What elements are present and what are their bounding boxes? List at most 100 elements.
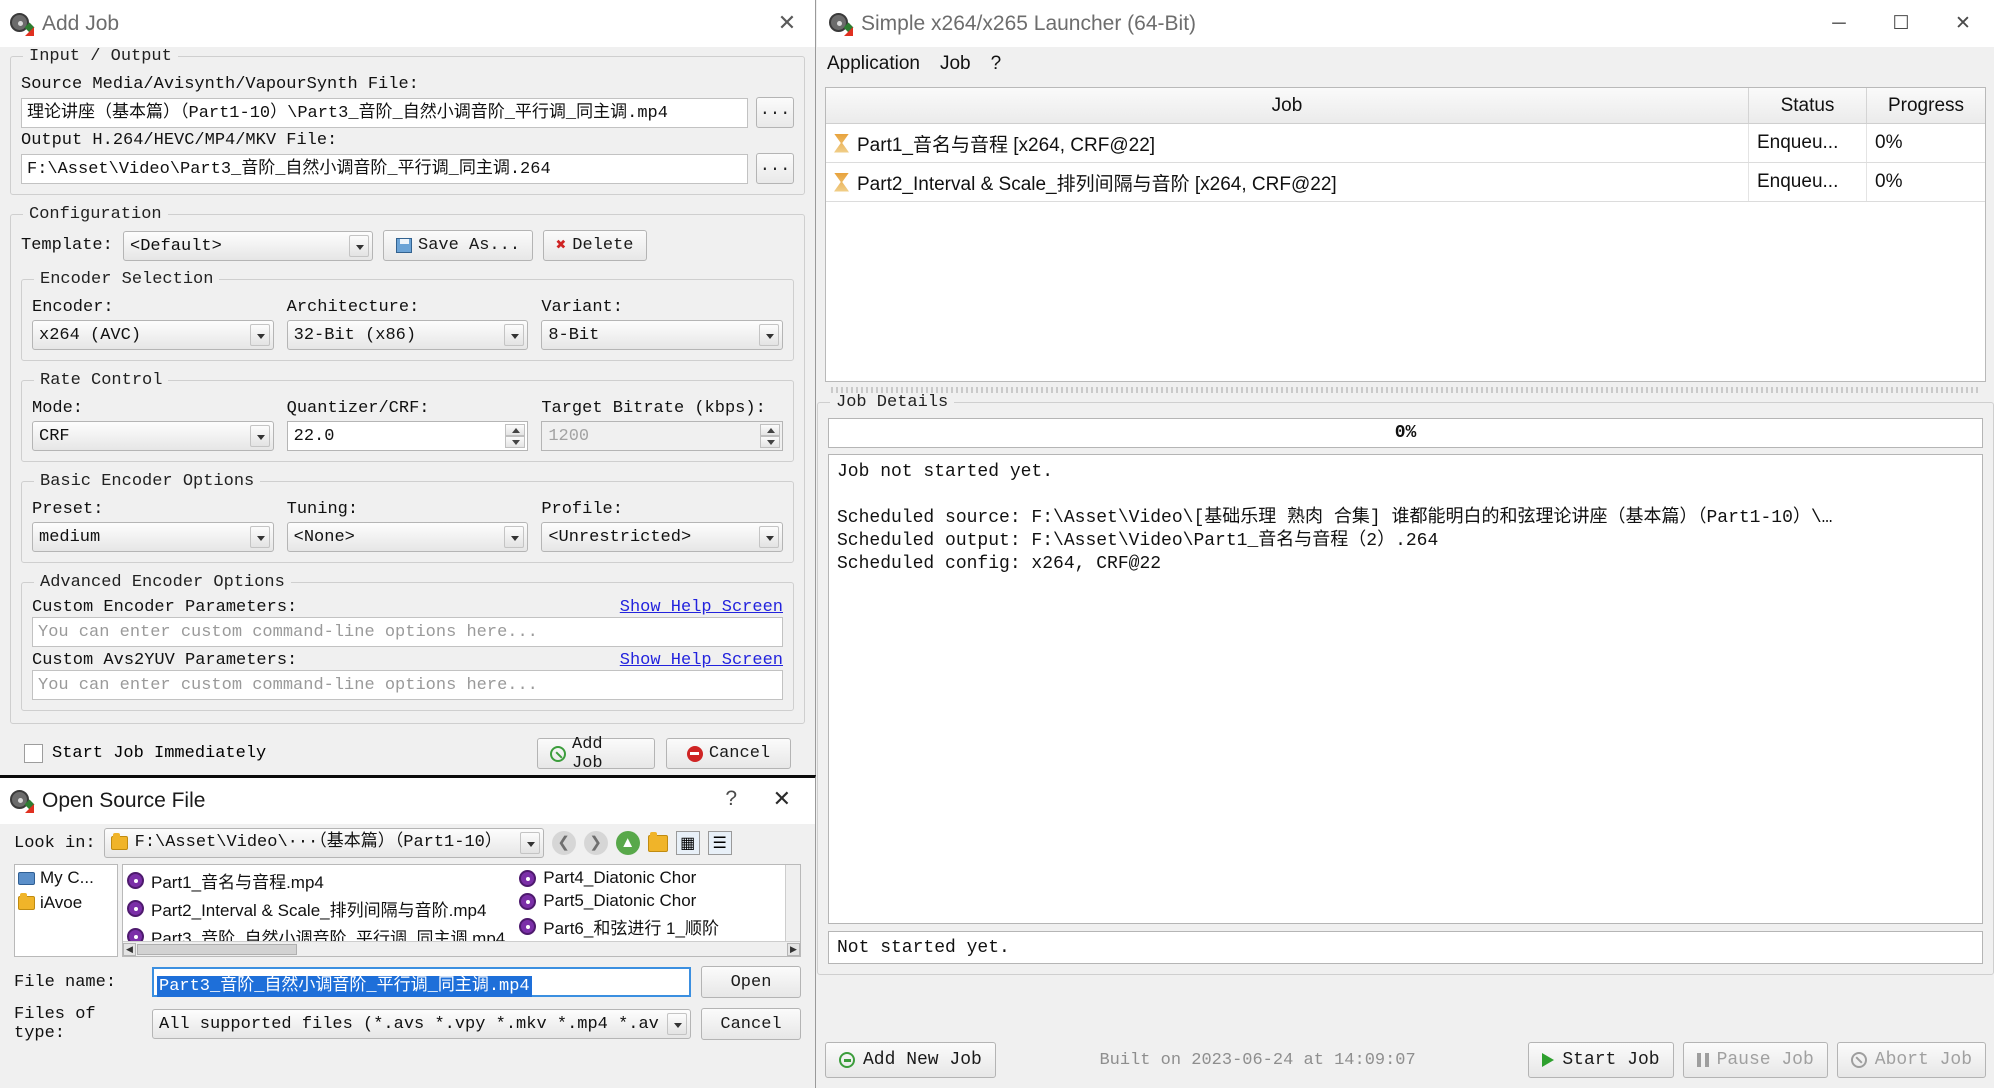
profile-select[interactable]: <Unrestricted> (541, 522, 783, 552)
place-label: iAvoe (40, 893, 82, 913)
encoder-select[interactable]: x264 (AVC) (32, 320, 274, 350)
job-progress-bar: 0% (828, 418, 1983, 448)
list-item[interactable]: Part5_Diatonic Chor (519, 891, 719, 911)
list-item[interactable]: Part4_Diatonic Chor (519, 868, 719, 888)
add-new-job-button[interactable]: Add New Job (825, 1042, 996, 1078)
pause-icon (1697, 1053, 1709, 1067)
source-browse-button[interactable]: ... (756, 97, 794, 128)
x-mark-icon: ✖ (556, 235, 566, 256)
menu-item-application[interactable]: Application (827, 53, 920, 75)
custom-avs-params-input[interactable]: You can enter custom command-line option… (32, 670, 783, 700)
column-header-job[interactable]: Job (826, 88, 1749, 123)
chevron-down-icon (667, 1013, 687, 1035)
save-as-button[interactable]: Save As... (383, 230, 533, 261)
look-in-label: Look in: (14, 834, 96, 853)
chevron-down-icon (504, 324, 524, 346)
cancel-button[interactable]: Cancel (666, 738, 791, 769)
start-job-button[interactable]: Start Job (1528, 1042, 1673, 1078)
column-header-status[interactable]: Status (1749, 88, 1867, 123)
add-job-button[interactable]: Add Job (537, 738, 655, 769)
place-item-my-computer[interactable]: My C... (18, 868, 114, 888)
launcher-window: Simple x264/x265 Launcher (64-Bit) ─ ☐ ✕… (817, 0, 1994, 1088)
menu-item-job[interactable]: Job (940, 53, 971, 75)
built-on-text: Built on 2023-06-24 at 14:09:07 (996, 1051, 1520, 1070)
target-bitrate-stepper[interactable]: 1200 (541, 421, 783, 451)
stepper-down-icon[interactable] (760, 436, 780, 448)
job-cell: Part2_Interval & Scale_排列间隔与音阶 [x264, CR… (826, 163, 1749, 201)
media-file-icon (127, 900, 144, 917)
files-of-type-select[interactable]: All supported files (*.avs *.vpy *.mkv *… (152, 1009, 691, 1039)
scrollbar-thumb[interactable] (137, 944, 297, 955)
maximize-icon[interactable]: ☐ (1870, 0, 1932, 47)
custom-encoder-params-input[interactable]: You can enter custom command-line option… (32, 617, 783, 647)
show-help-screen-avs-link[interactable]: Show Help Screen (620, 651, 783, 670)
quantizer-stepper[interactable]: 22.0 (287, 421, 529, 451)
help-icon[interactable]: ? (725, 787, 737, 811)
detail-view-icon[interactable]: ☰ (708, 831, 732, 855)
mode-select[interactable]: CRF (32, 421, 274, 451)
table-row[interactable]: Part2_Interval & Scale_排列间隔与音阶 [x264, CR… (826, 163, 1985, 202)
cancel-button[interactable]: Cancel (701, 1008, 801, 1040)
pause-job-button[interactable]: Pause Job (1683, 1042, 1828, 1078)
list-item[interactable]: Part6_和弦进行 1_顺阶 (519, 914, 719, 939)
start-job-immediately-checkbox[interactable] (24, 744, 43, 763)
architecture-select[interactable]: 32-Bit (x86) (287, 320, 529, 350)
start-job-immediately-label: Start Job Immediately (52, 744, 266, 763)
open-button[interactable]: Open (701, 966, 801, 998)
list-view-icon[interactable]: ▦ (676, 831, 700, 855)
close-icon[interactable]: ✕ (773, 786, 791, 812)
scroll-left-icon[interactable]: ◀ (123, 943, 136, 956)
quantizer-value: 22.0 (294, 427, 335, 446)
check-circle-icon (550, 746, 566, 762)
output-file-input[interactable]: F:\Asset\Video\Part3_音阶_自然小调音阶_平行调_同主调.2… (21, 154, 748, 184)
back-icon[interactable]: ❮ (552, 831, 576, 855)
close-icon[interactable]: ✕ (773, 10, 801, 38)
media-file-icon (127, 872, 144, 889)
file-name: Part5_Diatonic Chor (543, 891, 696, 911)
show-help-screen-encoder-link[interactable]: Show Help Screen (620, 598, 783, 617)
file-browser-area: My C... iAvoe Part1_音名与音程.mp4 Part2_Inte… (0, 864, 815, 957)
delete-button[interactable]: ✖ Delete (543, 230, 646, 261)
rate-control-group: Rate Control Mode: CRF Quantizer/CRF: 22… (21, 371, 794, 462)
start-job-label: Start Job (1562, 1050, 1659, 1070)
new-folder-icon[interactable] (648, 835, 668, 852)
output-browse-button[interactable]: ... (756, 153, 794, 184)
file-name: Part1_音名与音程.mp4 (151, 868, 324, 893)
scroll-right-icon[interactable]: ▶ (787, 943, 800, 956)
architecture-value: 32-Bit (x86) (294, 326, 416, 345)
variant-select[interactable]: 8-Bit (541, 320, 783, 350)
close-icon[interactable]: ✕ (1932, 0, 1994, 47)
app-film-icon (10, 12, 34, 36)
configuration-legend: Configuration (23, 205, 168, 224)
tuning-select[interactable]: <None> (287, 522, 529, 552)
file-list[interactable]: Part1_音名与音程.mp4 Part2_Interval & Scale_排… (122, 864, 801, 957)
parent-folder-icon[interactable]: ▲ (616, 831, 640, 855)
column-header-progress[interactable]: Progress (1867, 88, 1985, 123)
app-film-icon (10, 789, 34, 813)
place-item-iavoe[interactable]: iAvoe (18, 893, 114, 913)
architecture-label: Architecture: (287, 298, 529, 317)
chevron-down-icon (759, 324, 779, 346)
stepper-up-icon[interactable] (505, 424, 525, 436)
template-select[interactable]: <Default> (123, 231, 373, 261)
encoder-label: Encoder: (32, 298, 274, 317)
minimize-icon[interactable]: ─ (1808, 0, 1870, 47)
menu-item-help[interactable]: ? (991, 53, 1002, 75)
table-row[interactable]: Part1_音名与音程 [x264, CRF@22] Enqueu... 0% (826, 124, 1985, 163)
preset-select[interactable]: medium (32, 522, 274, 552)
stepper-down-icon[interactable] (505, 436, 525, 448)
status-cell: Enqueu... (1749, 163, 1867, 201)
list-item[interactable]: Part1_音名与音程.mp4 (127, 868, 505, 893)
chevron-down-icon (504, 526, 524, 548)
source-file-input[interactable]: 理论讲座（基本篇）（Part1-10）\Part3_音阶_自然小调音阶_平行调_… (21, 98, 748, 128)
horizontal-scrollbar[interactable]: ◀ ▶ (123, 941, 800, 956)
variant-value: 8-Bit (548, 326, 599, 345)
look-in-select[interactable]: F:\Asset\Video\···（基本篇）（Part1-10） (104, 828, 544, 858)
launcher-titlebar: Simple x264/x265 Launcher (64-Bit) ─ ☐ ✕ (817, 0, 1994, 47)
forward-icon[interactable]: ❯ (584, 831, 608, 855)
plus-circle-icon (839, 1052, 855, 1068)
list-item[interactable]: Part2_Interval & Scale_排列间隔与音阶.mp4 (127, 896, 505, 921)
abort-job-button[interactable]: Abort Job (1837, 1042, 1986, 1078)
file-name-input[interactable]: Part3_音阶_自然小调音阶_平行调_同主调.mp4 (152, 967, 691, 997)
stepper-up-icon[interactable] (760, 424, 780, 436)
